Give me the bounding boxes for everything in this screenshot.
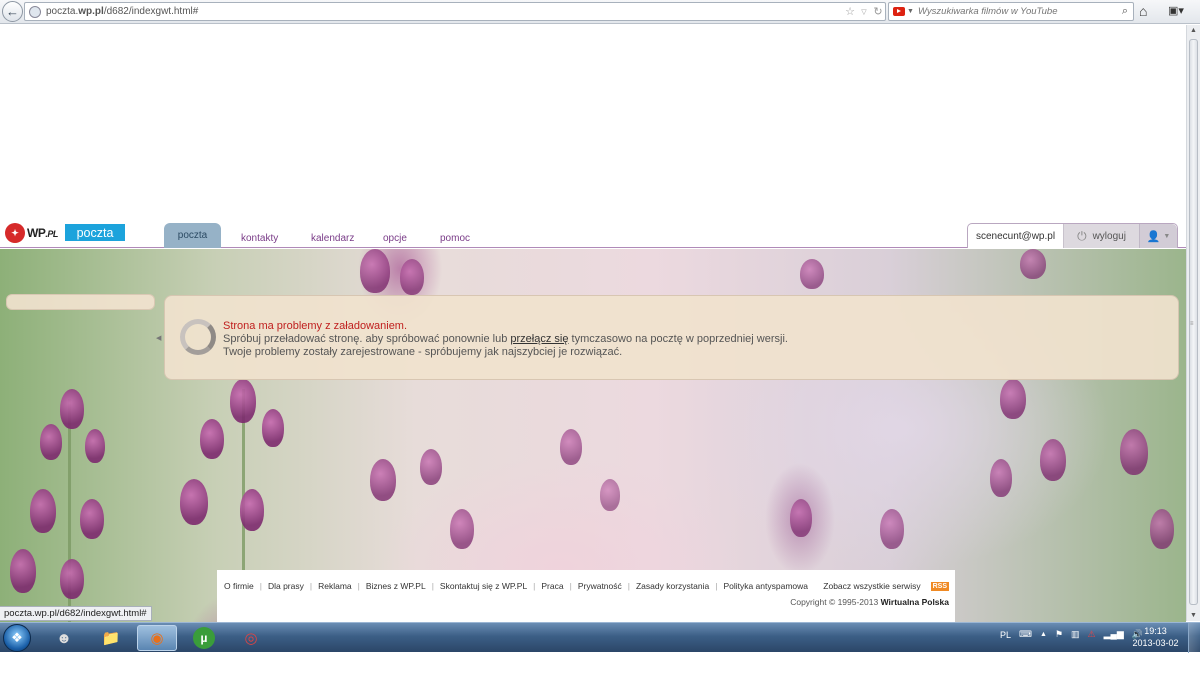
home-icon[interactable]: ⌂ — [1139, 3, 1147, 19]
clock[interactable]: 19:13 2013-03-02 — [1128, 625, 1183, 649]
user-box: scenecunt@wp.pl ⏻ wyloguj 👤 ▼ — [967, 223, 1178, 248]
keyboard-icon[interactable]: ⌨ — [1019, 629, 1032, 640]
tab-opcje[interactable]: opcje — [383, 233, 407, 244]
footer-link-reklama[interactable]: Reklama — [318, 581, 352, 591]
taskbar-app-alien[interactable]: ☻ — [44, 625, 84, 651]
signal-icon[interactable]: ▂▄▆ — [1104, 629, 1124, 640]
security-icon[interactable]: ⚠ — [1088, 629, 1096, 640]
browser-toolbar: ← poczta.wp.pl/d682/indexgwt.html# ☆ ▽ ↻… — [0, 0, 1200, 24]
windows-logo-icon: ❖ — [11, 630, 23, 645]
footer-link-biznes[interactable]: Biznes z WP.PL — [366, 581, 426, 591]
engine-dropdown-icon[interactable]: ▼ — [907, 8, 914, 15]
clock-time: 19:13 — [1144, 626, 1167, 636]
scroll-down-icon[interactable]: ▼ — [1190, 612, 1197, 619]
tab-poczta[interactable]: poczta — [164, 223, 221, 248]
action-center-flag-icon[interactable]: ⚑ — [1055, 629, 1063, 640]
switch-version-link[interactable]: przełącz się — [510, 333, 568, 345]
show-hidden-icons[interactable]: ▲ — [1040, 631, 1047, 638]
page-footer: O firmie | Dla prasy | Reklama | Biznes z W… — [217, 570, 955, 622]
windows-taskbar: ❖ ☻ 📁 ◉ µ ◎ PL ⌨ ▲ ⚑ ▥ ⚠ ▂▄▆ 🔊 19:13 201… — [0, 622, 1200, 653]
chevron-down-icon: ▼ — [1163, 232, 1171, 240]
error-message-box: Strona ma problemy z załadowaniem. Sprób… — [164, 295, 1179, 380]
footer-link-kontakt[interactable]: Skontaktuj się z WP.PL — [440, 581, 527, 591]
logout-label: wyloguj — [1092, 230, 1126, 242]
copyright: Copyright © 1995-2013 Wirtualna Polska — [790, 597, 949, 607]
search-bar[interactable]: ▼ ⌕ — [888, 2, 1134, 21]
youtube-engine-icon[interactable] — [893, 7, 905, 16]
rss-icon[interactable]: RSS — [930, 581, 949, 591]
alien-icon: ☻ — [56, 629, 72, 647]
history-dropdown-icon[interactable]: ▽ — [857, 8, 871, 16]
language-indicator[interactable]: PL — [1000, 630, 1011, 640]
start-button[interactable]: ❖ — [3, 624, 31, 652]
footer-services: Zobacz wszystkie serwisy RSS — [823, 581, 949, 591]
error-note: Twoje problemy zostały zarejestrowane - … — [223, 346, 623, 358]
taskbar-app-chrome[interactable]: ◎ — [231, 625, 271, 651]
back-button[interactable]: ← — [2, 1, 23, 22]
chrome-icon: ◎ — [244, 630, 258, 647]
browser-status-bar: poczta.wp.pl/d682/indexgwt.html# — [0, 606, 152, 621]
loading-spinner-icon — [180, 319, 216, 355]
taskbar-app-explorer[interactable]: 📁 — [91, 625, 131, 651]
footer-link-praca[interactable]: Praca — [541, 581, 563, 591]
menu-icon[interactable]: ▣▾ — [1168, 4, 1184, 17]
firefox-icon: ◉ — [150, 630, 164, 647]
address-bar[interactable]: poczta.wp.pl/d682/indexgwt.html# ☆ ▽ ↻ — [24, 2, 886, 21]
reload-icon[interactable]: ↻ — [871, 5, 885, 18]
footer-link-dla-prasy[interactable]: Dla prasy — [268, 581, 304, 591]
folder-icon: 📁 — [101, 630, 121, 647]
footer-link-antyspam[interactable]: Polityka antyspamowa — [723, 581, 808, 591]
bookmark-star-icon[interactable]: ☆ — [843, 5, 857, 18]
error-title: Strona ma problemy z załadowaniem. — [223, 320, 408, 332]
logout-button[interactable]: ⏻ wyloguj — [1063, 224, 1139, 248]
site-identity-icon[interactable] — [29, 5, 41, 18]
service-brand[interactable]: poczta — [65, 224, 125, 241]
power-icon: ⏻ — [1077, 228, 1087, 243]
page-scrollbar[interactable]: ▲ ≡ ▼ — [1186, 25, 1200, 621]
user-icon: 👤 — [1146, 230, 1161, 243]
utorrent-icon: µ — [193, 627, 215, 649]
tab-kalendarz[interactable]: kalendarz — [311, 233, 354, 244]
taskbar-app-utorrent[interactable]: µ — [184, 625, 224, 651]
system-tray: PL ⌨ ▲ ⚑ ▥ ⚠ ▂▄▆ 🔊 — [1000, 629, 1143, 640]
mail-header: ✦ WP.PL poczta poczta kontakty kalendarz… — [0, 222, 1186, 248]
error-instructions: Spróbuj przeładować stronę. aby spróbowa… — [223, 333, 788, 345]
tab-kontakty[interactable]: kontakty — [241, 233, 278, 244]
search-icon[interactable]: ⌕ — [1117, 5, 1133, 18]
taskbar-app-firefox[interactable]: ◉ — [137, 625, 177, 651]
search-input[interactable] — [917, 6, 1117, 17]
back-arrow-icon: ← — [6, 4, 19, 19]
user-email[interactable]: scenecunt@wp.pl — [968, 224, 1063, 248]
clock-date: 2013-03-02 — [1132, 638, 1179, 648]
collapse-arrow-icon[interactable]: ◀ — [156, 334, 161, 342]
wp-logo-icon: ✦ — [5, 223, 25, 243]
footer-links: O firmie | Dla prasy | Reklama | Biznes z W… — [224, 581, 809, 591]
url-text[interactable]: poczta.wp.pl/d682/indexgwt.html# — [46, 6, 843, 17]
scroll-up-icon[interactable]: ▲ — [1190, 27, 1197, 34]
footer-link-prywatnosc[interactable]: Prywatność — [578, 581, 622, 591]
company-link[interactable]: Wirtualna Polska — [881, 597, 949, 607]
tab-pomoc[interactable]: pomoc — [440, 233, 470, 244]
sidebar-panel — [6, 294, 155, 310]
user-menu-button[interactable]: 👤 ▼ — [1139, 224, 1177, 248]
logo-text: WP.PL — [27, 226, 58, 240]
wp-logo[interactable]: ✦ WP.PL — [5, 223, 58, 243]
footer-link-zasady[interactable]: Zasady korzystania — [636, 581, 709, 591]
footer-link-o-firmie[interactable]: O firmie — [224, 581, 254, 591]
scroll-grip-icon: ≡ — [1190, 321, 1194, 327]
show-desktop-button[interactable] — [1188, 623, 1200, 653]
network-adapter-icon[interactable]: ▥ — [1071, 629, 1080, 640]
all-services-link[interactable]: Zobacz wszystkie serwisy — [823, 581, 920, 591]
